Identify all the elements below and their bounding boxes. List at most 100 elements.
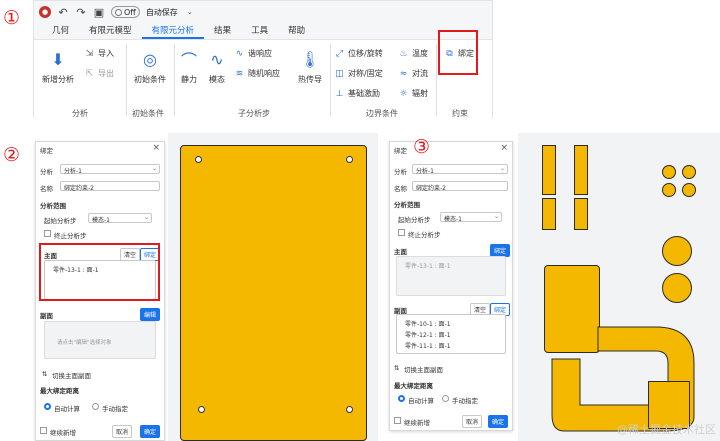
redo-icon[interactable]: ↷	[75, 6, 87, 19]
maxdist-title: 最大绑定距离	[40, 387, 79, 395]
switch-master-slave[interactable]: 切换主面副面	[404, 364, 443, 374]
manual-radio[interactable]	[92, 403, 99, 410]
close-icon[interactable]: ×	[152, 143, 160, 153]
tab-help[interactable]: 帮助	[278, 23, 315, 39]
import-icon: ⇲	[85, 48, 94, 59]
name-input-value: 绑定约束-2	[64, 185, 94, 192]
list-item[interactable]: 零件-11-1 : 面-1	[405, 341, 451, 350]
auto-label: 自动计算	[54, 405, 80, 413]
autosave-label: 自动保存	[145, 7, 178, 17]
viewport-1[interactable]	[168, 133, 378, 441]
bind-highlight-box	[438, 30, 478, 75]
master-list[interactable]: 零件-13-1 : 面-1	[396, 256, 506, 296]
radiation-label: 辐射	[412, 89, 428, 98]
displacement-icon: ⤢	[335, 48, 344, 59]
qat-dropdown-icon[interactable]: ⌄	[184, 6, 196, 18]
save-icon[interactable]: ▣	[93, 6, 105, 19]
list-item[interactable]: 零件-12-1 : 面-1	[405, 330, 451, 339]
random-response-button[interactable]: ≋ 随机响应	[234, 68, 280, 79]
master-highlight-box	[39, 243, 160, 301]
radiation-button[interactable]: ☼ 辐射	[398, 88, 428, 99]
disc-part[interactable]	[682, 183, 696, 197]
ribbon: ● ↶ ↷ ▣ Off 自动保存 ⌄ 几何 有限元模型 有限元分析 结果 工具 …	[33, 0, 493, 119]
viewport-2[interactable]: @稀土掘金技术社区	[518, 133, 720, 441]
auto-radio[interactable]	[44, 403, 51, 410]
close-icon[interactable]: ×	[500, 143, 508, 153]
symmetry-fixed-button[interactable]: ◫ 对称/固定	[334, 68, 382, 79]
group-label-initial: 初始条件	[132, 109, 164, 118]
autosave-toggle-state: Off	[124, 7, 136, 17]
group-label-boundary: 边界条件	[366, 109, 398, 118]
bar-part[interactable]	[574, 198, 588, 230]
group-label-analysis: 分析	[72, 109, 88, 118]
plate-part[interactable]	[180, 145, 367, 441]
switch-master-slave[interactable]: 切换主面副面	[52, 370, 91, 380]
ribbon-separator	[436, 44, 437, 116]
master-title: 主面	[394, 248, 407, 256]
analysis-select-value: 分析-1	[416, 168, 434, 175]
ok-button[interactable]: 确定	[140, 425, 161, 438]
continue-new-checkbox[interactable]	[40, 427, 47, 434]
bar-part[interactable]	[542, 145, 556, 195]
radiation-icon: ☼	[399, 88, 408, 99]
name-input[interactable]: 绑定约束-2	[412, 181, 508, 192]
harmonic-button[interactable]: ∿ 谐响应	[234, 48, 272, 59]
autosave-toggle[interactable]: Off	[111, 6, 140, 18]
slave-list[interactable]: 零件-10-1 : 面-1 零件-12-1 : 面-1 零件-11-1 : 面-…	[396, 314, 506, 354]
list-item[interactable]: 零件-10-1 : 面-1	[405, 319, 451, 328]
analysis-select[interactable]: 分析-1 ⌄	[60, 164, 160, 175]
base-excitation-icon: ⊥	[335, 88, 344, 99]
auto-radio[interactable]	[398, 395, 405, 402]
tab-results[interactable]: 结果	[204, 23, 241, 39]
displacement-button[interactable]: ⤢ 位移/旋转	[334, 48, 383, 59]
disc-part[interactable]	[662, 183, 676, 197]
initial-condition-button[interactable]: ◎ 初始条件	[130, 48, 170, 85]
cancel-button[interactable]: 取消	[112, 425, 133, 438]
start-step-select[interactable]: 模态-1 ⌄	[88, 213, 152, 224]
continue-new-checkbox[interactable]	[394, 417, 401, 424]
manual-radio[interactable]	[442, 395, 449, 402]
tab-fe-analysis[interactable]: 有限元分析	[141, 23, 205, 39]
disc-part[interactable]	[682, 165, 696, 179]
undo-icon[interactable]: ↶	[57, 6, 69, 19]
slave-list[interactable]: 请点击"编辑"选择对象	[44, 321, 156, 359]
export-icon: ⇱	[85, 68, 94, 79]
modal-button[interactable]: ∿ 模态	[202, 48, 232, 85]
disc-part[interactable]	[662, 236, 692, 266]
slave-title: 副面	[40, 312, 53, 320]
name-input[interactable]: 绑定约束-2	[60, 181, 160, 192]
stop-step-checkbox[interactable]	[398, 229, 405, 236]
cancel-button[interactable]: 取消	[462, 415, 483, 428]
tab-tools[interactable]: 工具	[241, 23, 278, 39]
initial-condition-label: 初始条件	[134, 75, 166, 84]
continue-new-label: 继续新增	[50, 429, 76, 437]
step-marker-2: ②	[3, 144, 21, 166]
tab-geometry[interactable]: 几何	[42, 23, 79, 39]
switch-icon[interactable]: ⇅	[42, 370, 47, 378]
analysis-label: 分析	[394, 168, 407, 176]
import-button[interactable]: ⇲ 导入	[84, 48, 114, 59]
ok-button[interactable]: 确定	[488, 415, 509, 428]
bar-part[interactable]	[542, 198, 556, 230]
switch-icon[interactable]: ⇅	[394, 364, 399, 372]
heat-transfer-button[interactable]: 🌡 热传导	[290, 48, 330, 85]
disc-part[interactable]	[662, 165, 676, 179]
disc-part[interactable]	[662, 273, 692, 303]
start-step-select[interactable]: 模态-1 ⌄	[440, 212, 502, 223]
temperature-button[interactable]: ♨ 温度	[398, 48, 428, 59]
static-button[interactable]: ⌒ 静力	[174, 48, 204, 85]
static-label: 静力	[181, 75, 197, 84]
new-analysis-button[interactable]: ⬇ 新增分析	[38, 48, 78, 85]
list-item[interactable]: 零件-13-1 : 面-1	[405, 261, 451, 270]
analysis-select[interactable]: 分析-1 ⌄	[412, 164, 508, 175]
stop-step-checkbox[interactable]	[44, 230, 51, 237]
edit-button[interactable]: 编辑	[140, 308, 161, 321]
convection-button[interactable]: ≈ 对流	[398, 68, 428, 79]
base-excitation-button[interactable]: ⊥ 基础激励	[334, 88, 380, 99]
random-response-icon: ≋	[235, 68, 244, 79]
chevron-down-icon: ⌄	[499, 165, 505, 172]
export-button[interactable]: ⇱ 导出	[84, 68, 114, 79]
ribbon-body: ⬇ 新增分析 ⇲ 导入 ⇱ 导出 分析 ◎ 初始条件 初始条件 ⌒ 静力 ∿ 模态 …	[34, 39, 492, 119]
tab-fe-model[interactable]: 有限元模型	[79, 23, 142, 39]
bar-part[interactable]	[574, 145, 588, 195]
